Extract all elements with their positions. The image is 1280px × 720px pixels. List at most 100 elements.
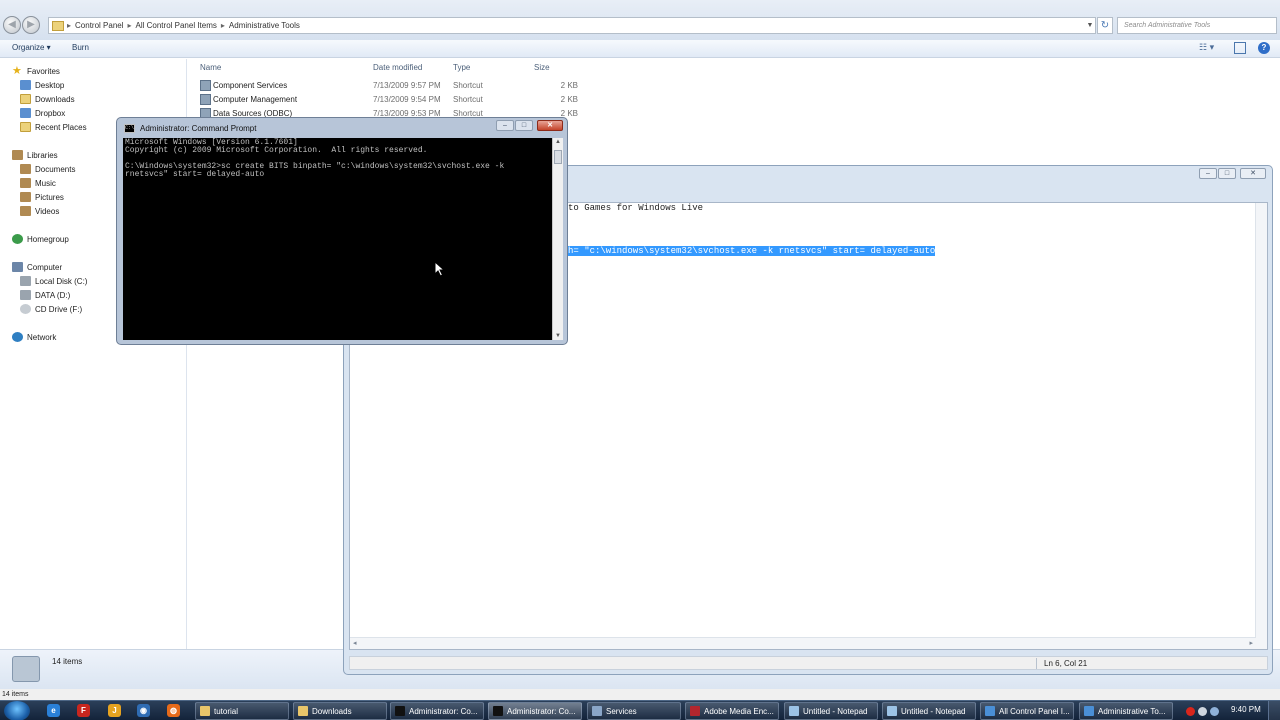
cursor-position: Ln 6, Col 21 [1044, 659, 1088, 668]
taskbar-button[interactable]: All Control Panel I... [980, 702, 1074, 720]
column-header-name[interactable]: Name [200, 63, 221, 72]
nav-homegroup[interactable]: Homegroup [12, 234, 69, 244]
file-name: Component Services [213, 81, 288, 90]
burn-button[interactable]: Burn [72, 43, 89, 52]
close-button[interactable]: ✕ [1240, 168, 1266, 179]
nav-network[interactable]: Network [12, 332, 56, 342]
nav-music[interactable]: Music [20, 178, 56, 188]
file-row[interactable]: Computer Management 7/13/2009 9:54 PM Sh… [188, 93, 588, 107]
minimize-button[interactable]: – [496, 120, 514, 131]
shortcut-icon [200, 80, 211, 91]
nav-label: Network [27, 332, 57, 342]
status-divider [1036, 658, 1037, 669]
breadcrumb-control-panel[interactable]: Control Panel [71, 21, 127, 30]
vertical-scrollbar[interactable]: ▲ ▼ [552, 138, 563, 340]
filezilla-icon[interactable]: F [77, 704, 90, 717]
nav-libraries[interactable]: Libraries [12, 150, 58, 160]
app-icon [789, 706, 799, 716]
nav-documents[interactable]: Documents [20, 164, 75, 174]
breadcrumb-admin-tools[interactable]: Administrative Tools [225, 21, 304, 30]
nav-dropbox[interactable]: Dropbox [20, 108, 65, 118]
item-count: 14 items [52, 657, 83, 666]
taskbar-button[interactable]: Services [587, 702, 681, 720]
nav-label: Local Disk (C:) [35, 276, 88, 286]
taskbar-button[interactable]: tutorial [195, 702, 289, 720]
close-button[interactable]: ✕ [537, 120, 563, 131]
drive-icon [20, 276, 31, 286]
forward-button[interactable]: ▶ [22, 16, 40, 34]
start-button[interactable] [4, 701, 30, 720]
scroll-left-icon[interactable]: ◂ [353, 639, 357, 648]
music-icon [20, 178, 31, 188]
organize-button[interactable]: Organize ▾ [12, 43, 51, 52]
show-desktop-button[interactable] [1268, 701, 1280, 720]
scroll-down-icon[interactable]: ▼ [553, 333, 563, 339]
notepad-status-bar: Ln 6, Col 21 [349, 656, 1268, 670]
taskbar-button[interactable]: Downloads [293, 702, 387, 720]
preview-pane-icon[interactable] [1234, 42, 1246, 54]
file-name: Computer Management [213, 95, 298, 104]
nav-cd-drive[interactable]: CD Drive (F:) [20, 304, 82, 314]
nav-videos[interactable]: Videos [20, 206, 59, 216]
taskbar-button[interactable]: Administrator: Co... [488, 702, 582, 720]
column-header-type[interactable]: Type [453, 63, 470, 72]
taskbar-button[interactable]: Untitled - Notepad [882, 702, 976, 720]
jdownloader-icon[interactable]: J [108, 704, 121, 717]
nav-label: Desktop [35, 80, 65, 90]
maximize-button[interactable]: □ [1218, 168, 1236, 179]
media-icon[interactable]: ◉ [137, 704, 150, 717]
scroll-right-icon[interactable]: ▸ [1249, 639, 1253, 648]
scroll-up-icon[interactable]: ▲ [553, 139, 563, 145]
nav-favorites[interactable]: ★ Favorites [12, 66, 60, 77]
app-icon [985, 706, 995, 716]
taskbar-button[interactable]: Administrator: Co... [390, 702, 484, 720]
nav-label: Videos [35, 206, 60, 216]
column-header-size[interactable]: Size [534, 63, 550, 72]
horizontal-scrollbar[interactable]: ◂ ▸ [350, 637, 1256, 649]
folder-icon [20, 94, 31, 104]
address-bar[interactable]: ▸ Control Panel ▸ All Control Panel Item… [48, 17, 1096, 34]
nav-local-disk[interactable]: Local Disk (C:) [20, 276, 87, 286]
volume-icon[interactable] [1198, 706, 1207, 716]
taskbar-button[interactable]: Administrative To... [1079, 702, 1173, 720]
breadcrumb-all-items[interactable]: All Control Panel Items [132, 21, 221, 30]
nav-recent-places[interactable]: Recent Places [20, 122, 87, 132]
clock[interactable]: 9:40 PM [1231, 705, 1261, 714]
command-bar: Organize ▾ Burn ☷ ▾ ? [0, 40, 1280, 58]
ie-icon[interactable]: e [47, 704, 60, 717]
taskbar-button[interactable]: Untitled - Notepad [784, 702, 878, 720]
nav-label: Favorites [27, 67, 60, 76]
nav-computer[interactable]: Computer [12, 262, 62, 272]
folder-icon [52, 20, 64, 31]
maximize-button[interactable]: □ [515, 120, 533, 131]
taskbar-button-label: All Control Panel I... [999, 706, 1070, 716]
vertical-scrollbar[interactable] [1255, 203, 1267, 649]
back-button[interactable]: ◀ [3, 16, 21, 34]
help-icon[interactable]: ? [1258, 42, 1270, 54]
nav-data-drive[interactable]: DATA (D:) [20, 290, 70, 300]
views-icon[interactable]: ☷ ▾ [1199, 42, 1219, 55]
console-area[interactable]: Microsoft Windows [Version 6.1.7601] Cop… [123, 138, 563, 340]
desktop-icon [20, 80, 31, 90]
minimize-button[interactable]: – [1199, 168, 1217, 179]
star-icon: ★ [12, 65, 22, 77]
column-header-date[interactable]: Date modified [373, 63, 422, 72]
firefox-icon[interactable]: ◍ [167, 704, 180, 717]
taskbar-button-label: Downloads [312, 706, 352, 716]
nav-label: Downloads [35, 94, 75, 104]
chevron-down-icon[interactable]: ▼ [1085, 22, 1095, 29]
search-input[interactable]: Search Administrative Tools [1117, 17, 1277, 34]
refresh-button[interactable]: ↻ [1097, 17, 1113, 34]
network-tray-icon[interactable] [1210, 706, 1219, 716]
app-icon [200, 706, 210, 716]
selected-text: h= "c:\windows\system32\svchost.exe -k r… [568, 246, 936, 256]
file-row[interactable]: Component Services 7/13/2009 9:57 PM Sho… [188, 79, 588, 93]
nav-pictures[interactable]: Pictures [20, 192, 64, 202]
scroll-thumb[interactable] [554, 150, 562, 164]
app-icon [887, 706, 897, 716]
taskbar-button[interactable]: Adobe Media Enc... [685, 702, 779, 720]
nav-desktop[interactable]: Desktop [20, 80, 64, 90]
nav-downloads[interactable]: Downloads [20, 94, 75, 104]
network-icon [12, 332, 23, 342]
tray-app-icon[interactable] [1186, 706, 1195, 716]
